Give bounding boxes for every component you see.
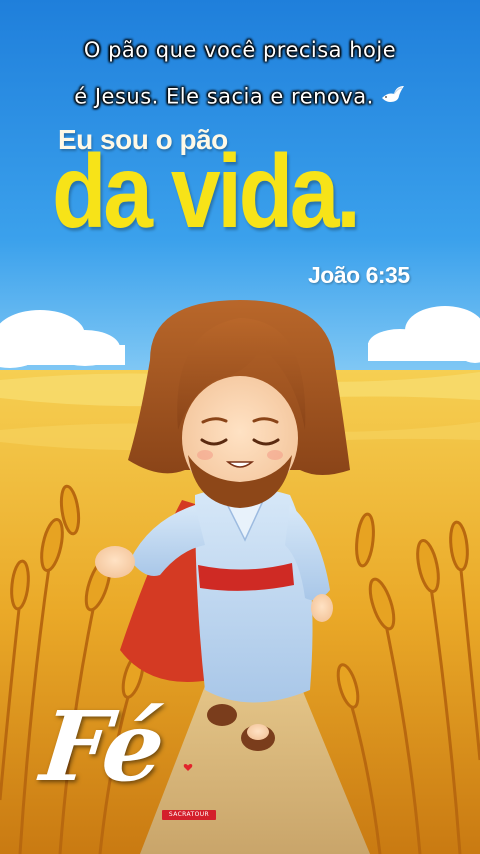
signature-logo: Fé (36, 690, 168, 803)
dove-icon (380, 84, 406, 111)
brand-tag: SACRATOUR (162, 810, 216, 820)
caption-line-1: O pão que você precisa hoje (83, 38, 397, 62)
verse-reference: João 6:35 (308, 262, 410, 288)
caption-line-2-text: é Jesus. Ele sacia e renova. (74, 84, 374, 109)
heart-icon (183, 764, 193, 771)
verse-highlight: da vida. (52, 134, 361, 250)
caption-line-2: é Jesus. Ele sacia e renova. (0, 84, 480, 111)
reel-canvas: O pão que você precisa hoje é Jesus. Ele… (0, 0, 480, 854)
